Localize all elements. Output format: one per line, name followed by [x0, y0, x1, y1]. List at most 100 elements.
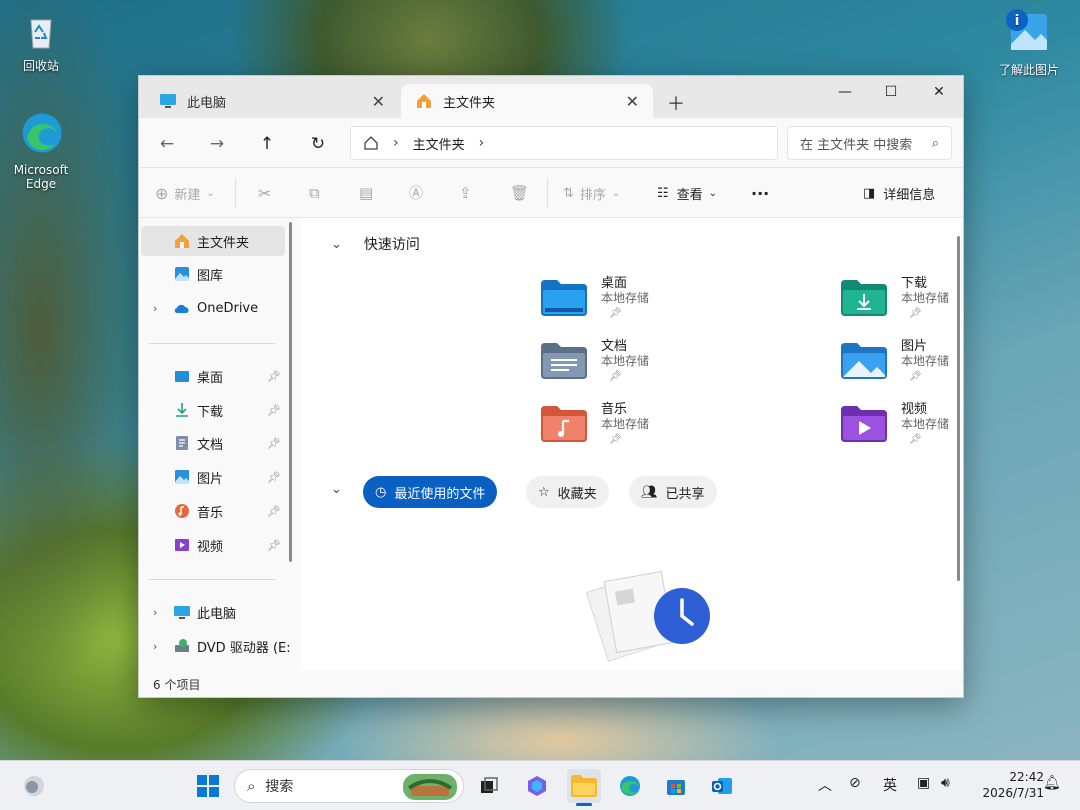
desktop-spotlight[interactable]: i 了解此图片	[993, 8, 1065, 77]
tab-recent-files[interactable]: ◷ 最近使用的文件	[363, 476, 498, 508]
sidebar-item-music[interactable]: 音乐 📌︎	[141, 496, 285, 526]
sidebar-item-home[interactable]: 主文件夹	[141, 226, 285, 256]
sidebar-item-documents[interactable]: 文档 📌︎	[141, 428, 285, 458]
command-bar: ⊕ 新建 ⌄ ✂ ⧉ ▤ Ⓐ ⇪ 🗑︎ ⇅ 排序 ⌄ ☷ 查看 ⌄ ··· ◨ …	[139, 168, 963, 218]
pill-label: 已共享	[665, 486, 705, 502]
forward-arrow-icon[interactable]: →	[205, 132, 229, 156]
share-icon[interactable]: ⇪	[459, 182, 472, 204]
chevron-down-icon: ⌄	[708, 187, 718, 199]
chevron-right-icon[interactable]: ›	[153, 302, 157, 315]
pin-icon: 📌︎	[909, 434, 922, 445]
search-box[interactable]: 在 主文件夹 中搜索 ⌕	[787, 126, 952, 160]
volume-icon[interactable]: 🔊︎	[941, 775, 950, 791]
sidebar-item-dvd[interactable]: › DVD 驱动器 (E:	[141, 631, 291, 661]
pill-label: 收藏夹	[557, 486, 597, 502]
copy-icon[interactable]: ⧉	[309, 182, 320, 204]
task-view-icon[interactable]	[472, 769, 506, 803]
document-icon	[176, 436, 188, 450]
quick-access-desktop[interactable]: 桌面 本地存储 📌︎	[541, 272, 781, 328]
chevron-right-icon[interactable]: ›	[479, 135, 485, 151]
more-options-icon[interactable]: ···	[751, 182, 769, 204]
ime-indicator[interactable]: 英	[883, 775, 897, 795]
sidebar-label: 下载	[197, 404, 224, 420]
recycle-bin-label: 回收站	[22, 59, 59, 73]
show-hidden-icons-chevron-icon[interactable]: ︿	[818, 775, 832, 795]
desktop-edge[interactable]: Microsoft Edge	[5, 110, 77, 191]
up-arrow-icon[interactable]: ↑	[255, 132, 279, 156]
sidebar-item-pictures[interactable]: 图片 📌︎	[141, 462, 285, 492]
sidebar-item-gallery[interactable]: 图库	[141, 259, 285, 289]
breadcrumb-home[interactable]: 主文件夹	[413, 134, 465, 153]
edge-taskbar-icon[interactable]	[613, 769, 647, 803]
chevron-down-icon[interactable]: ⌄	[331, 482, 342, 497]
taskbar-search-box[interactable]: ⌕ 搜索	[234, 769, 464, 803]
tab-favorites[interactable]: ☆ 收藏夹	[526, 476, 609, 508]
sidebar-label: 图片	[197, 471, 224, 487]
quick-access-pictures[interactable]: 图片 本地存储 📌︎	[841, 335, 963, 391]
store-icon[interactable]	[659, 769, 693, 803]
sort-label: 排序	[579, 187, 606, 203]
desktop-folder-icon	[541, 280, 587, 316]
maximize-icon[interactable]: ☐	[868, 76, 914, 108]
notification-bell-icon[interactable]: 🔔︎	[1043, 775, 1061, 791]
taskbar-clock[interactable]: 22:42 2026/7/31	[968, 769, 1044, 801]
home-icon	[175, 234, 189, 248]
file-explorer-taskbar-icon[interactable]	[567, 769, 601, 806]
spotlight-label: 了解此图片	[998, 63, 1059, 77]
rename-icon[interactable]: Ⓐ	[409, 182, 423, 204]
taskbar: ⌕ 搜索 ︿ ⊘ 英 ▣ 🔊︎ 22:42 2026/7/31 🔔︎	[0, 760, 1080, 810]
quick-access-header[interactable]: ⌄ 快速访问	[331, 234, 420, 254]
pin-icon: 📌︎	[267, 504, 281, 518]
chevron-right-icon[interactable]: ›	[153, 606, 157, 619]
quick-access-videos[interactable]: 视频 本地存储 📌︎	[841, 398, 963, 454]
sidebar-label: 文档	[197, 437, 224, 453]
chevron-down-icon: ⌄	[331, 236, 342, 252]
pin-icon: 📌︎	[267, 436, 281, 450]
quick-access-documents[interactable]: 文档 本地存储 📌︎	[541, 335, 781, 391]
sidebar-label: 此电脑	[197, 606, 237, 622]
navigation-pane: 主文件夹 图库 › OneDrive 桌面 📌︎ 下载 📌︎ 文档 📌︎ 图片 …	[139, 218, 299, 670]
copilot-icon[interactable]	[520, 769, 554, 803]
quick-access-music[interactable]: 音乐 本地存储 📌︎	[541, 398, 781, 454]
tab-shared[interactable]: 👥︎ 已共享	[629, 476, 717, 508]
new-button[interactable]: ⊕ 新建 ⌄	[155, 182, 215, 204]
network-disconnected-icon[interactable]: ⊘	[849, 775, 861, 791]
sidebar-item-this-pc[interactable]: › 此电脑	[141, 597, 285, 627]
quick-access-downloads[interactable]: 下载 本地存储 📌︎	[841, 272, 963, 328]
start-windows-icon[interactable]	[191, 769, 225, 803]
pin-icon: 📌︎	[609, 371, 622, 382]
gallery-icon	[175, 267, 189, 281]
delete-icon[interactable]: 🗑︎	[510, 182, 529, 204]
sidebar-scrollbar[interactable]	[289, 222, 292, 562]
widgets-icon[interactable]	[17, 769, 51, 803]
back-arrow-icon[interactable]: ←	[155, 132, 179, 156]
tab-this-pc[interactable]: 此电脑 ✕	[145, 84, 399, 118]
chevron-right-icon[interactable]: ›	[153, 640, 157, 653]
edge-icon	[22, 113, 62, 153]
network-icon[interactable]: ▣	[917, 775, 930, 791]
videos-folder-icon	[841, 406, 887, 442]
download-icon	[176, 403, 188, 417]
cut-icon[interactable]: ✂	[258, 182, 271, 204]
sidebar-item-desktop[interactable]: 桌面 📌︎	[141, 361, 285, 391]
close-tab-icon[interactable]: ✕	[626, 92, 639, 111]
sidebar-item-downloads[interactable]: 下载 📌︎	[141, 395, 285, 425]
minimize-icon[interactable]: —	[822, 76, 868, 108]
search-icon: ⌕	[247, 777, 256, 795]
new-tab-icon[interactable]: ＋	[667, 90, 685, 116]
details-button[interactable]: ◨ 详细信息	[863, 182, 935, 204]
tab-home[interactable]: 主文件夹 ✕	[401, 84, 653, 118]
sidebar-label: 图库	[197, 268, 224, 284]
view-button[interactable]: ☷ 查看 ⌄	[657, 182, 717, 204]
close-tab-icon[interactable]: ✕	[372, 92, 385, 111]
sidebar-item-onedrive[interactable]: › OneDrive	[141, 293, 285, 323]
chevron-down-icon: ⌄	[206, 187, 215, 199]
paste-icon[interactable]: ▤	[359, 182, 373, 204]
close-window-icon[interactable]: ✕	[916, 76, 962, 108]
refresh-icon[interactable]: ↻	[306, 132, 330, 156]
desktop-recycle-bin[interactable]: 回收站	[5, 12, 77, 73]
address-bar[interactable]: › 主文件夹 ›	[350, 126, 778, 160]
sidebar-item-videos[interactable]: 视频 📌︎	[141, 530, 285, 560]
sort-button[interactable]: ⇅ 排序 ⌄	[563, 182, 620, 204]
outlook-icon[interactable]	[705, 769, 739, 803]
